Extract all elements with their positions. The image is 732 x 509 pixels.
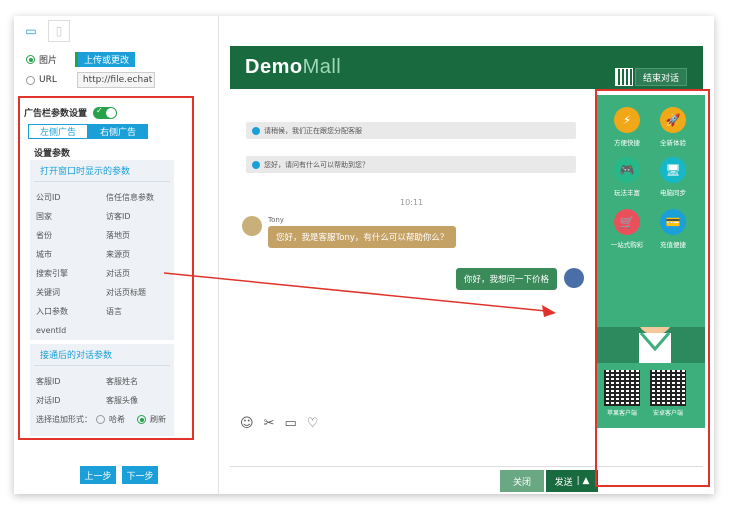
speaker-icon — [252, 126, 260, 135]
prev-button[interactable]: 上一步 — [80, 466, 116, 484]
end-chat-button[interactable]: 结束对话 — [635, 68, 687, 86]
emoji-icon[interactable]: ☺ — [240, 416, 254, 431]
highlight-ad-settings — [18, 96, 194, 440]
desktop-icon[interactable]: ▭ — [20, 20, 42, 42]
send-button[interactable]: 发送 | ▲ — [546, 470, 598, 492]
url-input[interactable]: http://file.echat — [76, 72, 155, 88]
url-radio[interactable] — [26, 75, 35, 85]
highlight-ad-panel — [595, 89, 710, 487]
message-time: 10:11 — [400, 198, 424, 207]
logo: DemoMall — [245, 56, 342, 78]
mobile-icon[interactable]: ▯ — [48, 20, 70, 42]
screenshot-frame: ▭ ▯ 图片 上传或更改 URL http://file.echat 广告栏参数… — [14, 16, 714, 494]
image-label: 图片 — [39, 56, 58, 66]
annotation-arrow — [164, 272, 556, 317]
agent-avatar — [242, 216, 262, 236]
url-option-row: URL http://file.echat — [26, 72, 155, 88]
upload-button[interactable]: 上传或更改 — [75, 52, 136, 67]
url-label: URL — [39, 75, 57, 85]
close-button[interactable]: 关闭 — [500, 470, 544, 492]
agent-message: 您好，我是客服Tony，有什么可以帮助你么？ — [268, 226, 457, 248]
folder-icon[interactable]: ▭ — [284, 416, 296, 431]
image-radio[interactable] — [26, 55, 35, 64]
agent-name: Tony — [268, 216, 284, 224]
user-avatar — [564, 268, 584, 288]
image-option-row: 图片 上传或更改 — [26, 52, 136, 67]
device-tabs: ▭ ▯ — [20, 20, 70, 42]
speaker-icon — [252, 160, 260, 169]
system-message: 请稍候，我们正在跟您分配客服 — [246, 122, 576, 139]
system-message: 您好，请问有什么可以帮助到您？ — [246, 156, 576, 173]
heart-icon[interactable]: ♡ — [307, 416, 319, 431]
qr-icon[interactable] — [615, 68, 633, 86]
chat-toolbar: ☺ ✂ ▭ ♡ — [240, 416, 318, 431]
next-button[interactable]: 下一步 — [122, 466, 158, 484]
scissors-icon[interactable]: ✂ — [264, 416, 275, 431]
chat-header: DemoMall 结束对话 — [230, 46, 703, 89]
